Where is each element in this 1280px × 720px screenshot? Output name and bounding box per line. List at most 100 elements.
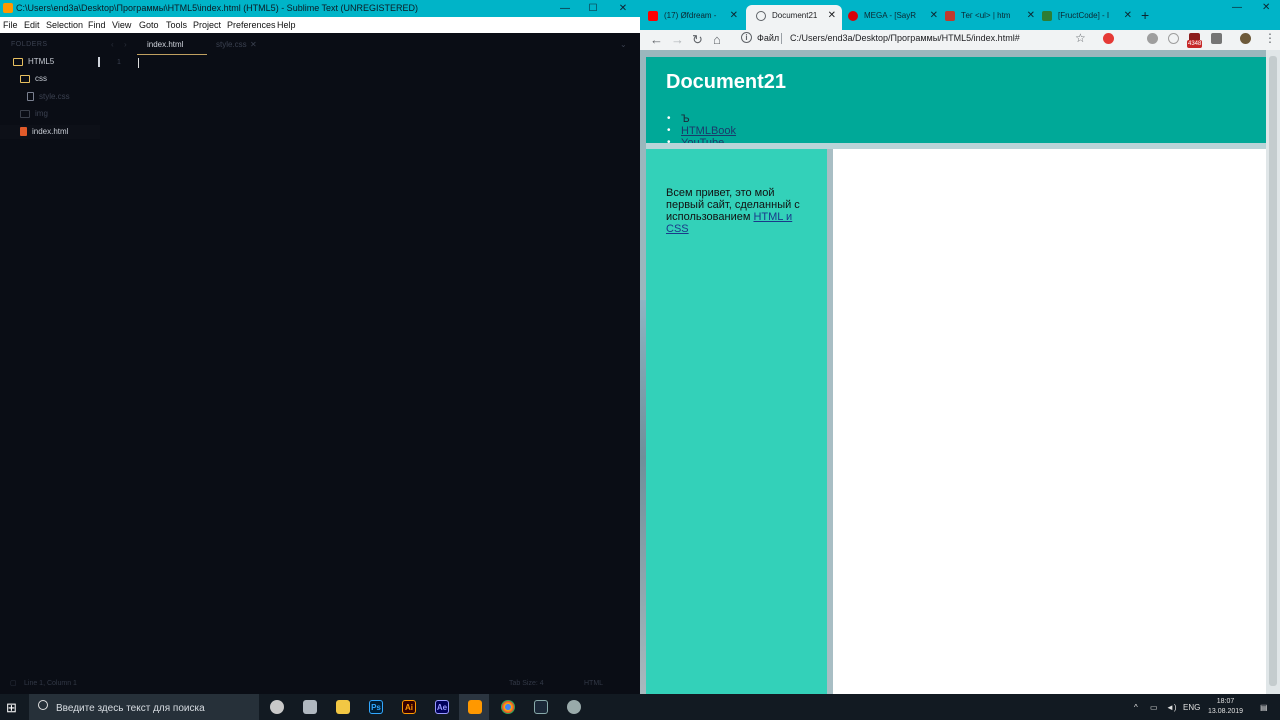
back-icon[interactable]: ←: [650, 31, 663, 48]
menu-find[interactable]: Find: [88, 17, 106, 33]
sublime-menubar: File Edit Selection Find View Goto Tools…: [0, 17, 640, 33]
page-header: [646, 57, 1266, 143]
menu-goto[interactable]: Goto: [139, 17, 159, 33]
file-icon: [27, 92, 34, 102]
sublime-window-title: C:\Users\end3a\Desktop\Программы\HTML5\i…: [16, 3, 419, 13]
tab-style-css[interactable]: style.css: [216, 40, 247, 49]
minimize-icon[interactable]: —: [550, 0, 580, 17]
menu-edit[interactable]: Edit: [24, 17, 40, 33]
illustrator-icon[interactable]: Ai: [402, 700, 416, 714]
language-indicator[interactable]: ENG: [1183, 703, 1200, 712]
tree-label: css: [35, 74, 47, 83]
url-scheme: Файл: [757, 33, 780, 43]
menu-help[interactable]: Help: [277, 17, 296, 33]
chrome-menu-icon[interactable]: ⋮: [1264, 31, 1276, 45]
tree-item-style-css[interactable]: style.css: [27, 92, 70, 102]
tab-close-icon[interactable]: ✕: [730, 5, 738, 27]
chrome-tabstrip: (17) Øfdream - ✕ Document21 ✕ MEGA - [SayR…: [640, 0, 1280, 30]
aside-text: Всем привет, это мой первый сайт, сделан…: [666, 187, 806, 235]
menu-view[interactable]: View: [112, 17, 131, 33]
browser-tab[interactable]: (17) Øfdream - ✕: [648, 5, 744, 30]
windows-start-icon[interactable]: ⊞: [6, 700, 17, 716]
clock[interactable]: 18:07 13.08.2019: [1208, 697, 1243, 717]
extension-icon[interactable]: [1103, 33, 1114, 44]
sublime-statusbar: ▢ Line 1, Column 1 Tab Size: 4 HTML: [0, 674, 640, 694]
folder-icon: [20, 109, 30, 118]
tree-item-index-html[interactable]: index.html: [20, 127, 68, 137]
nav-item: Ъ: [667, 113, 736, 125]
network-icon[interactable]: ▭: [1150, 703, 1158, 712]
page-main: [833, 149, 1266, 694]
new-tab-icon[interactable]: +: [1141, 7, 1149, 23]
browser-tab[interactable]: [FructCode] - I ✕: [1042, 5, 1138, 30]
sublime-titlebar: C:\Users\end3a\Desktop\Программы\HTML5\i…: [0, 0, 640, 17]
tree-item-html5[interactable]: HTML5: [13, 57, 54, 66]
after-effects-icon[interactable]: Ae: [435, 700, 449, 714]
status-syntax[interactable]: HTML: [584, 674, 603, 694]
chevron-left-icon[interactable]: ‹: [111, 40, 114, 49]
steam-icon[interactable]: [534, 700, 548, 714]
clock-date: 13.08.2019: [1208, 708, 1244, 715]
home-icon[interactable]: ⌂: [713, 31, 721, 48]
htmlbook-icon: [945, 10, 955, 21]
tab-index-html[interactable]: index.html: [147, 40, 183, 49]
tab-close-icon[interactable]: ✕: [1027, 5, 1035, 27]
status-position[interactable]: Line 1, Column 1: [24, 674, 77, 694]
maximize-icon[interactable]: ☐: [578, 0, 608, 17]
extension-badge: 4348: [1187, 40, 1203, 48]
sublime-icon[interactable]: [468, 700, 482, 714]
menu-file[interactable]: File: [3, 17, 18, 33]
bookmark-star-icon[interactable]: ☆: [1075, 31, 1086, 45]
chevron-right-icon[interactable]: ›: [124, 40, 127, 49]
folder-icon: [20, 74, 30, 83]
extension-icon[interactable]: [1147, 33, 1158, 44]
tray-chevron-icon[interactable]: ^: [1134, 703, 1138, 712]
mail-icon[interactable]: [303, 700, 317, 714]
address-bar[interactable]: C:/Users/end3a/Desktop/Программы/HTML5/i…: [790, 33, 1020, 43]
profile-avatar-icon[interactable]: [1240, 33, 1251, 44]
status-tab-size[interactable]: Tab Size: 4: [509, 674, 544, 694]
search-icon: [38, 700, 48, 710]
photoshop-icon[interactable]: Ps: [369, 700, 383, 714]
site-info-icon[interactable]: i: [741, 32, 752, 43]
youtube-icon: [648, 10, 658, 21]
tree-item-img[interactable]: img: [20, 109, 48, 118]
volume-icon[interactable]: ◄): [1166, 703, 1177, 712]
browser-tab-active[interactable]: Document21 ✕: [746, 5, 842, 30]
cortana-icon[interactable]: [270, 700, 284, 714]
menu-tools[interactable]: Tools: [166, 17, 187, 33]
code-editor[interactable]: [100, 57, 640, 674]
tab-close-icon[interactable]: ✕: [250, 40, 257, 49]
tab-dropdown-icon[interactable]: ⌄: [620, 40, 627, 49]
app-icon[interactable]: [567, 700, 581, 714]
explorer-icon[interactable]: [336, 700, 350, 714]
forward-icon[interactable]: →: [671, 31, 684, 48]
omnibox-divider: [781, 33, 782, 44]
close-icon[interactable]: ✕: [608, 0, 638, 17]
nav-item: HTMLBook: [667, 125, 736, 137]
text-cursor: [138, 58, 139, 68]
menu-project[interactable]: Project: [193, 17, 221, 33]
minimize-icon[interactable]: —: [1232, 2, 1242, 13]
extension-icon[interactable]: [1211, 33, 1222, 44]
chrome-icon[interactable]: [501, 700, 515, 714]
reload-icon[interactable]: ↻: [692, 31, 703, 48]
tab-close-icon[interactable]: ✕: [930, 5, 938, 27]
active-tab-indicator: [137, 54, 207, 55]
status-panel-icon[interactable]: ▢: [10, 674, 17, 694]
browser-tab[interactable]: MEGA - [SayR ✕: [848, 5, 944, 30]
notifications-icon[interactable]: ▤: [1260, 703, 1268, 712]
close-icon[interactable]: ✕: [1262, 2, 1270, 13]
globe-icon: [756, 10, 766, 21]
tab-close-icon[interactable]: ✕: [1124, 5, 1132, 27]
tab-close-icon[interactable]: ✕: [828, 5, 836, 27]
page-title: Document21: [666, 71, 787, 93]
menu-selection[interactable]: Selection: [46, 17, 83, 33]
tab-title: Тег <ul> | htm: [961, 11, 1011, 20]
tree-item-css[interactable]: css: [20, 74, 47, 83]
extension-icon[interactable]: [1168, 33, 1179, 44]
browser-tab[interactable]: Тег <ul> | htm ✕: [945, 5, 1041, 30]
menu-preferences[interactable]: Preferences: [227, 17, 276, 33]
scrollbar-thumb[interactable]: [1269, 56, 1277, 686]
nav-link-htmlbook[interactable]: HTMLBook: [681, 125, 736, 137]
